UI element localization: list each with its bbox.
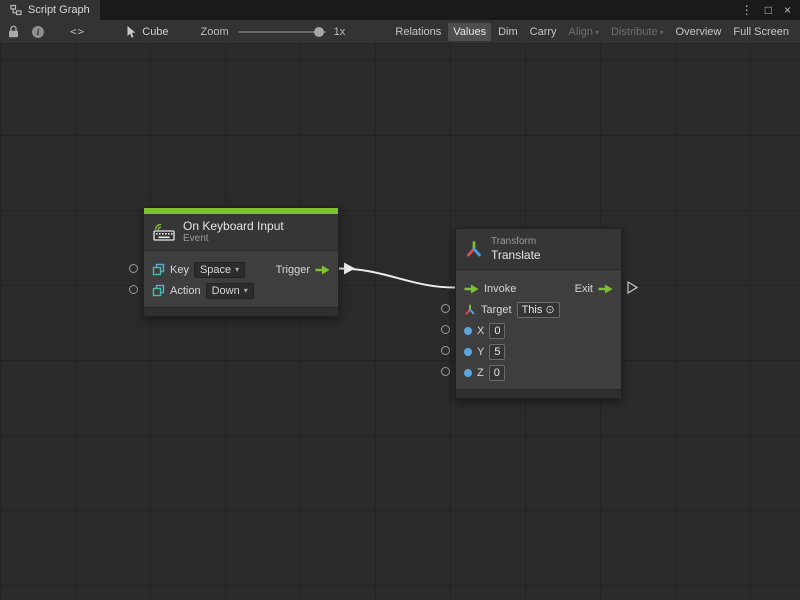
tab-script-graph[interactable]: Script Graph <box>0 0 100 20</box>
exit-label: Exit <box>575 283 593 295</box>
node-category: Transform <box>491 236 541 248</box>
action-input-port[interactable] <box>129 285 138 294</box>
keyboard-icon <box>153 223 175 241</box>
y-row: Y 5 <box>456 341 621 362</box>
trigger-label: Trigger <box>276 264 310 276</box>
key-row: Key Space ▾ Trigger <box>144 259 338 280</box>
key-dropdown[interactable]: Space ▾ <box>194 262 245 278</box>
graph-target-label: Cube <box>142 26 168 38</box>
fullscreen-button[interactable]: Full Screen <box>728 23 794 41</box>
maximize-icon[interactable]: □ <box>765 4 772 16</box>
toolbar: i <> Cube Zoom 1x Relations Values Dim C… <box>0 20 800 44</box>
graph-target-button[interactable]: Cube <box>125 25 168 39</box>
trigger-output-port[interactable] <box>315 265 330 275</box>
titlebar: Script Graph ⋮ □ × <box>0 0 800 20</box>
z-row: Z 0 <box>456 362 621 383</box>
relations-button[interactable]: Relations <box>390 23 446 41</box>
key-label: Key <box>170 264 189 276</box>
key-input-port[interactable] <box>129 264 138 273</box>
script-graph-window: Script Graph ⋮ □ × i <> Cube Zoom <box>0 0 800 600</box>
zoom-value: 1x <box>334 26 346 38</box>
action-row: Action Down ▾ <box>144 280 338 301</box>
invoke-input-port[interactable] <box>464 284 479 294</box>
caret-down-icon: ▾ <box>660 28 664 37</box>
exit-unconnected-arrow-icon[interactable] <box>628 282 637 293</box>
float-port-icon <box>464 369 472 377</box>
x-label: X <box>477 325 484 337</box>
titlebar-controls: ⋮ □ × <box>741 0 800 20</box>
zoom-label: Zoom <box>201 26 229 38</box>
invoke-label: Invoke <box>484 283 516 295</box>
exit-output-port[interactable] <box>598 284 613 294</box>
target-input-port[interactable] <box>441 304 450 313</box>
wires-layer <box>0 44 800 600</box>
info-icon[interactable]: i <box>32 26 44 38</box>
node-titles: On Keyboard Input Event <box>183 219 284 245</box>
y-value-field[interactable]: 5 <box>489 344 505 360</box>
translate-gizmo-icon <box>465 240 483 259</box>
node-footer <box>144 307 338 316</box>
zoom-slider-handle[interactable] <box>314 27 324 37</box>
node-on-keyboard-input[interactable]: On Keyboard Input Event Key Space ▾ Trig… <box>143 207 339 317</box>
align-button[interactable]: Align▾ <box>564 23 604 41</box>
caret-down-icon: ▾ <box>595 28 599 37</box>
zoom-slider-track[interactable] <box>238 31 326 33</box>
self-target-icon: ⊙ <box>545 303 554 316</box>
invoke-row: Invoke Exit <box>456 278 621 299</box>
target-value-field[interactable]: This ⊙ <box>517 302 560 318</box>
lock-icon[interactable] <box>8 25 19 38</box>
node-title: On Keyboard Input <box>183 219 284 233</box>
x-input-port[interactable] <box>441 325 450 334</box>
code-preview-icon[interactable]: <> <box>70 25 85 38</box>
y-input-port[interactable] <box>441 346 450 355</box>
menu-icon[interactable]: ⋮ <box>741 4 753 16</box>
action-label: Action <box>170 285 201 297</box>
value-type-icon <box>152 263 165 276</box>
tab-label: Script Graph <box>28 4 90 16</box>
caret-down-icon: ▾ <box>235 265 239 274</box>
cursor-icon <box>125 25 137 39</box>
x-row: X 0 <box>456 320 621 341</box>
close-icon[interactable]: × <box>784 4 791 16</box>
zoom-slider[interactable] <box>238 20 326 44</box>
transform-mini-icon <box>464 304 476 316</box>
values-button[interactable]: Values <box>448 23 491 41</box>
node-body: Invoke Exit Target <box>456 270 621 389</box>
float-port-icon <box>464 327 472 335</box>
y-label: Y <box>477 346 484 358</box>
node-titles: Transform Translate <box>491 236 541 262</box>
graph-canvas[interactable]: On Keyboard Input Event Key Space ▾ Trig… <box>0 44 800 600</box>
z-input-port[interactable] <box>441 367 450 376</box>
dim-button[interactable]: Dim <box>493 23 523 41</box>
distribute-button[interactable]: Distribute▾ <box>606 23 668 41</box>
node-footer <box>456 389 621 398</box>
connection-wire[interactable] <box>339 269 455 288</box>
carry-button[interactable]: Carry <box>525 23 562 41</box>
caret-down-icon: ▾ <box>244 286 248 295</box>
action-dropdown[interactable]: Down ▾ <box>206 283 254 299</box>
float-port-icon <box>464 348 472 356</box>
target-row: Target This ⊙ <box>456 299 621 320</box>
value-type-icon <box>152 284 165 297</box>
z-value-field[interactable]: 0 <box>489 365 505 381</box>
x-value-field[interactable]: 0 <box>489 323 505 339</box>
node-header: Transform Translate <box>456 229 621 270</box>
connection-arrow-icon <box>344 263 355 275</box>
node-translate[interactable]: Transform Translate Invoke Exit <box>455 228 622 399</box>
node-header: On Keyboard Input Event <box>144 214 338 251</box>
node-title: Translate <box>491 248 541 262</box>
target-label: Target <box>481 304 512 316</box>
node-subtitle: Event <box>183 233 284 245</box>
node-body: Key Space ▾ Trigger <box>144 251 338 307</box>
graph-tab-icon <box>10 4 22 16</box>
overview-button[interactable]: Overview <box>671 23 727 41</box>
z-label: Z <box>477 367 484 379</box>
